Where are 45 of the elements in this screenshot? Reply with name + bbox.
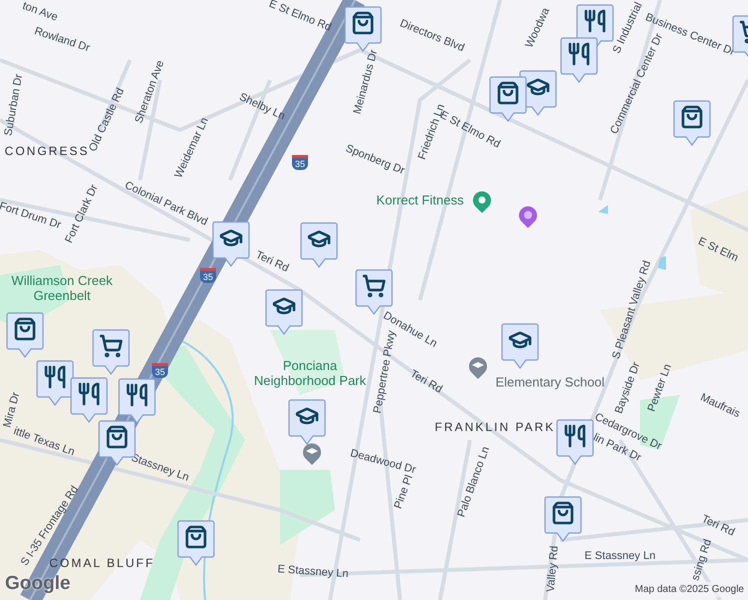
place-label: Korrect Fitness: [376, 192, 464, 208]
school-pin-icon[interactable]: [302, 442, 322, 466]
street-label: Pewter Ln: [644, 362, 675, 414]
fork-knife-icon: [43, 365, 67, 389]
street-label: Valley Rd: [544, 545, 562, 593]
highway-shield: 35: [200, 268, 216, 283]
street-label: Teri Rd: [698, 512, 738, 539]
shopping-bag-icon: [551, 501, 575, 525]
area-label: FRANKLIN PARK: [434, 419, 556, 436]
street-label: Pine Pl: [391, 473, 416, 512]
shopping-bag-icon: [680, 105, 704, 129]
highway-shield: 35: [152, 363, 168, 378]
fork-knife-icon: [563, 424, 587, 448]
street-label: Palo Blanco Ln: [454, 444, 494, 520]
street-label: Teri Rd: [407, 366, 446, 398]
street-label: E Stassney Ln: [584, 548, 656, 564]
location-pin-icon[interactable]: [472, 190, 492, 214]
shopping-bag-icon: [13, 317, 37, 341]
fork-knife-icon: [77, 382, 101, 406]
place-label: Elementary School: [495, 373, 605, 392]
shopping-bag-icon: [351, 11, 375, 35]
place-label: Ponciana Neighborhood Park: [252, 358, 368, 388]
shopping-bag-icon: [184, 525, 208, 549]
shopping-bag-icon: [496, 81, 520, 105]
location-pin-icon[interactable]: [518, 205, 538, 229]
fork-knife-icon: [567, 42, 591, 66]
street-label: E St Elm: [695, 234, 741, 266]
street-label: Fort Clark Dr: [62, 182, 102, 246]
street-label: Old Castle Rd: [86, 85, 128, 154]
street-label: ton Ave: [20, 0, 60, 26]
shopping-bag-icon: [105, 425, 129, 449]
area-label: CONGRESS: [4, 143, 90, 160]
fork-knife-icon: [125, 383, 149, 407]
street-label: ssing Rd: [688, 537, 716, 583]
highway-shield: 35: [292, 155, 308, 170]
street-label: Suburban Dr: [1, 72, 26, 138]
shopping-cart-icon: [362, 274, 386, 298]
school-pin-icon[interactable]: [468, 356, 488, 380]
map-attribution: Map data ©2025 Google: [632, 582, 746, 597]
shopping-cart-icon: [99, 334, 123, 358]
place-label: Williamson Creek Greenbelt: [10, 273, 114, 303]
fork-knife-icon: [583, 9, 607, 33]
map-drawing[interactable]: [0, 0, 748, 600]
street-label: Teri Rd: [252, 248, 292, 277]
street-label: E Stassney Ln: [277, 562, 349, 582]
